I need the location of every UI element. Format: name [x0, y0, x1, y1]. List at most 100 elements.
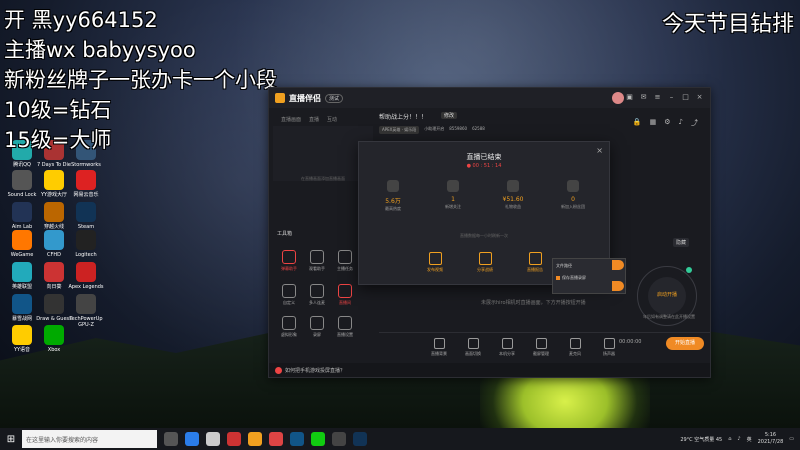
publish-video-button[interactable]: 发布视频: [415, 252, 455, 273]
edit-title-button[interactable]: 修改: [441, 112, 458, 119]
toolbox-item[interactable]: 直播间: [333, 284, 357, 306]
tool-label: 直播设置: [337, 332, 353, 337]
toolbox-item[interactable]: 弹幕助手: [277, 250, 301, 272]
wechat-taskbar-icon[interactable]: [311, 432, 325, 446]
windows-start-icon[interactable]: ⊞: [0, 428, 22, 450]
share-icon: [478, 252, 492, 265]
live-report-button[interactable]: 直播报告: [515, 252, 555, 273]
netease-taskbar-icon[interactable]: [269, 432, 283, 446]
overlay-line-2: 主播wx babyysyoo: [4, 38, 196, 62]
popup-toggle-bottom[interactable]: [612, 281, 624, 291]
maximize-icon[interactable]: □: [681, 93, 690, 102]
overlay-line-4: 10级=钻石: [4, 98, 112, 122]
popup-toggle-top[interactable]: [612, 260, 624, 270]
toolbox-item[interactable]: 主播任务: [333, 250, 357, 272]
minimize-icon[interactable]: –: [667, 93, 676, 102]
status-dot: [686, 267, 692, 273]
mail-icon[interactable]: ✉: [639, 93, 648, 102]
live-companion-taskbar-icon[interactable]: [248, 432, 262, 446]
help-text[interactable]: 如何把手机游戏投屏直播？: [285, 367, 345, 374]
bottom-tool-icon: [535, 338, 547, 349]
toolbox-item[interactable]: 观看助手: [305, 250, 329, 272]
window-titlebar[interactable]: 直播伴侣 测试 ▣ ✉ ≡ – □ ×: [269, 88, 710, 108]
share-icon[interactable]: ⤴: [691, 118, 698, 128]
toolbox-item[interactable]: 直播设置: [333, 316, 357, 338]
settings-icon[interactable]: ⚙: [664, 118, 670, 128]
toolbox-item[interactable]: 录屏: [305, 316, 329, 338]
desktop-icon[interactable]: CFHD: [36, 230, 72, 258]
desktop-icon[interactable]: Sound Lock: [4, 170, 40, 198]
version-badge[interactable]: 测试: [325, 93, 344, 103]
weather-text[interactable]: 29°C 空气质量 45: [680, 436, 722, 443]
desktop-icon[interactable]: Logitech: [68, 230, 104, 258]
desktop-icon[interactable]: WeGame: [4, 230, 40, 258]
save-recording-checkbox[interactable]: 保存直播录屏: [553, 269, 625, 281]
obs-taskbar-icon[interactable]: [332, 432, 346, 446]
desktop-icon-label: Logitech: [75, 252, 97, 258]
stat-follow: 1 新增关注: [433, 180, 473, 210]
bottom-tool[interactable]: 扬声器: [599, 338, 619, 357]
help-bar[interactable]: 如何把手机游戏投屏直播？: [269, 363, 710, 377]
share-record-button[interactable]: 分享战绩: [465, 252, 505, 273]
battlenet-taskbar-icon[interactable]: [290, 432, 304, 446]
bottom-tool[interactable]: 直播背景: [429, 338, 449, 357]
cloud-icon[interactable]: [206, 432, 220, 446]
desktop-icon[interactable]: 向日葵: [36, 262, 72, 290]
volume-icon[interactable]: ♪: [737, 436, 740, 442]
desktop-icon[interactable]: 暴雪战网: [4, 294, 40, 322]
stat-gift: ¥51.60 礼物收益: [493, 180, 533, 210]
tab-live[interactable]: 直播: [309, 116, 319, 123]
app-logo-icon: [275, 93, 285, 103]
go-live-button[interactable]: 开始直播: [666, 337, 704, 350]
side-note: 年后如有调整请在此开播设置: [643, 314, 695, 319]
desktop-icon[interactable]: Draw & Guess: [36, 294, 72, 322]
desktop-icon[interactable]: Xbox: [36, 325, 72, 353]
edge-icon[interactable]: [185, 432, 199, 446]
desktop-icon[interactable]: 英雄联盟: [4, 262, 40, 290]
bottom-tool[interactable]: 画面切换: [463, 338, 483, 357]
close-icon[interactable]: ×: [695, 93, 704, 102]
hide-button[interactable]: 隐藏: [673, 238, 690, 247]
clock-time: 5:16: [764, 432, 777, 438]
tool-label: 虚拟形象: [281, 332, 297, 337]
toolbox-item[interactable]: 虚拟形象: [277, 316, 301, 338]
toolbox-item[interactable]: 自定义: [277, 284, 301, 306]
bottom-tool[interactable]: 麦克风: [565, 338, 585, 357]
desktop-icon[interactable]: Apex Legends: [68, 262, 104, 290]
desktop-icon-label: CFHD: [47, 252, 61, 258]
app-icon: [76, 170, 96, 190]
desktop-icon[interactable]: YY游戏大厅: [36, 170, 72, 198]
stat-value: 0: [571, 196, 575, 203]
tab-interact[interactable]: 互动: [327, 116, 337, 123]
desktop-icon[interactable]: 网易云音乐: [68, 170, 104, 198]
calendar-icon[interactable]: ▦: [650, 118, 657, 128]
desktop-icon[interactable]: Steam: [68, 202, 104, 230]
bottom-tool-label: 麦克风: [569, 351, 581, 356]
user-avatar[interactable]: [612, 92, 624, 104]
desktop-icon[interactable]: TechPowerUp GPU-Z: [68, 294, 104, 328]
clock[interactable]: 5:16 2021/7/28: [758, 432, 784, 446]
tab-scene[interactable]: 直播画面: [281, 116, 301, 123]
lock-icon[interactable]: 🔒: [633, 118, 642, 128]
network-icon[interactable]: ⌂: [728, 436, 731, 442]
gift-icon[interactable]: ▣: [625, 93, 634, 102]
stat-label: 最高热度: [385, 206, 401, 211]
notification-icon[interactable]: ▭: [789, 436, 794, 442]
taskbar-search-input[interactable]: 在这里输入你要搜索的内容: [22, 430, 157, 448]
stat-value: ¥51.60: [502, 196, 524, 203]
input-language[interactable]: 英: [747, 436, 752, 443]
room-tag-category[interactable]: APEX英雄 · 娱乐段: [379, 126, 420, 134]
steam-taskbar-icon[interactable]: [353, 432, 367, 446]
bottom-tool[interactable]: 本机分享: [497, 338, 517, 357]
desktop-icon[interactable]: Aim Lab: [4, 202, 40, 230]
menu-icon[interactable]: ≡: [653, 93, 662, 102]
apex-taskbar-icon[interactable]: [227, 432, 241, 446]
toolbox-item[interactable]: 多人连麦: [305, 284, 329, 306]
bell-icon[interactable]: ♪: [679, 118, 683, 128]
app-icon: [44, 230, 64, 250]
task-view-icon[interactable]: [164, 432, 178, 446]
desktop-icon[interactable]: 穿越火线: [36, 202, 72, 230]
bottom-tool[interactable]: 截屏管理: [531, 338, 551, 357]
desktop-icon-label: WeGame: [10, 252, 34, 258]
desktop-icon[interactable]: YY语音: [4, 325, 40, 353]
